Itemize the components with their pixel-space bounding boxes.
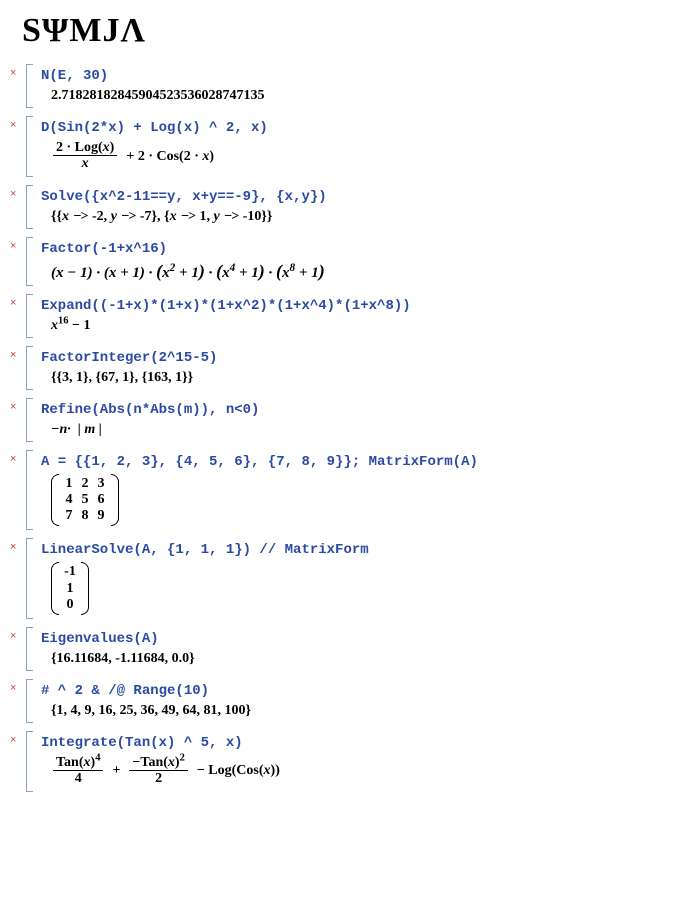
- cell-bracket[interactable]: [26, 398, 33, 442]
- close-icon[interactable]: ×: [10, 189, 16, 200]
- output-result: -1 1 0: [41, 560, 681, 614]
- close-icon[interactable]: ×: [10, 631, 16, 642]
- input-code[interactable]: Refine(Abs(n*Abs(m)), n<0): [41, 402, 681, 418]
- cell: × FactorInteger(2^15-5) {{3, 1}, {67, 1}…: [10, 346, 687, 390]
- close-icon[interactable]: ×: [10, 241, 16, 252]
- output-result: x16 − 1: [41, 316, 681, 334]
- cell: × Refine(Abs(n*Abs(m)), n<0) −n· | m |: [10, 398, 687, 442]
- input-code[interactable]: LinearSolve(A, {1, 1, 1}) // MatrixForm: [41, 542, 681, 558]
- close-icon[interactable]: ×: [10, 120, 16, 131]
- input-code[interactable]: Solve({x^2-11==y, x+y==-9}, {x,y}): [41, 189, 681, 205]
- logo: SΨMJΛ: [22, 12, 687, 50]
- cell-bracket[interactable]: [26, 450, 33, 530]
- cell-bracket[interactable]: [26, 346, 33, 390]
- cell: × Expand((-1+x)*(1+x)*(1+x^2)*(1+x^4)*(1…: [10, 294, 687, 338]
- output-result: Tan(x)44 + −Tan(x)22 − Log(Cos(x)): [41, 753, 681, 788]
- cell: × N(E, 30) 2.718281828459045235360287471…: [10, 64, 687, 108]
- cell: × A = {{1, 2, 3}, {4, 5, 6}, {7, 8, 9}};…: [10, 450, 687, 530]
- close-icon[interactable]: ×: [10, 454, 16, 465]
- cell-bracket[interactable]: [26, 116, 33, 177]
- output-result: {{x −> -2, y −> -7}, {x −> 1, y −> -10}}: [41, 207, 681, 225]
- cell-bracket[interactable]: [26, 294, 33, 338]
- close-icon[interactable]: ×: [10, 68, 16, 79]
- cell: × Integrate(Tan(x) ^ 5, x) Tan(x)44 + −T…: [10, 731, 687, 792]
- input-code[interactable]: Factor(-1+x^16): [41, 241, 681, 257]
- cell: × Eigenvalues(A) {16.11684, -1.11684, 0.…: [10, 627, 687, 671]
- output-result: {1, 4, 9, 16, 25, 36, 49, 64, 81, 100}: [41, 701, 681, 719]
- output-result: {{3, 1}, {67, 1}, {163, 1}}: [41, 368, 681, 386]
- cell-bracket[interactable]: [26, 627, 33, 671]
- input-code[interactable]: # ^ 2 & /@ Range(10): [41, 683, 681, 699]
- close-icon[interactable]: ×: [10, 350, 16, 361]
- close-icon[interactable]: ×: [10, 683, 16, 694]
- input-code[interactable]: Eigenvalues(A): [41, 631, 681, 647]
- output-result: 123 456 789: [41, 472, 681, 526]
- close-icon[interactable]: ×: [10, 402, 16, 413]
- cell: × # ^ 2 & /@ Range(10) {1, 4, 9, 16, 25,…: [10, 679, 687, 723]
- input-code[interactable]: N(E, 30): [41, 68, 681, 84]
- input-code[interactable]: FactorInteger(2^15-5): [41, 350, 681, 366]
- close-icon[interactable]: ×: [10, 542, 16, 553]
- output-result: −n· | m |: [41, 420, 681, 438]
- input-code[interactable]: D(Sin(2*x) + Log(x) ^ 2, x): [41, 120, 681, 136]
- cell-bracket[interactable]: [26, 185, 33, 229]
- cell: × Solve({x^2-11==y, x+y==-9}, {x,y}) {{x…: [10, 185, 687, 229]
- cell-bracket[interactable]: [26, 64, 33, 108]
- cell-bracket[interactable]: [26, 731, 33, 792]
- output-result: 2 · Log(x)x + 2 · Cos(2 · x): [41, 138, 681, 173]
- cell: × D(Sin(2*x) + Log(x) ^ 2, x) 2 · Log(x)…: [10, 116, 687, 177]
- output-result: 2.71828182845904523536028747135: [41, 86, 681, 104]
- cell-bracket[interactable]: [26, 538, 33, 618]
- cell-bracket[interactable]: [26, 237, 33, 286]
- input-code[interactable]: Expand((-1+x)*(1+x)*(1+x^2)*(1+x^4)*(1+x…: [41, 298, 681, 314]
- close-icon[interactable]: ×: [10, 298, 16, 309]
- input-code[interactable]: Integrate(Tan(x) ^ 5, x): [41, 735, 681, 751]
- cell: × LinearSolve(A, {1, 1, 1}) // MatrixFor…: [10, 538, 687, 618]
- input-code[interactable]: A = {{1, 2, 3}, {4, 5, 6}, {7, 8, 9}}; M…: [41, 454, 681, 470]
- close-icon[interactable]: ×: [10, 735, 16, 746]
- output-result: {16.11684, -1.11684, 0.0}: [41, 649, 681, 667]
- cell: × Factor(-1+x^16) (x − 1) · (x + 1) · (x…: [10, 237, 687, 286]
- output-result: (x − 1) · (x + 1) · (x2 + 1) · (x4 + 1) …: [41, 259, 681, 282]
- cell-bracket[interactable]: [26, 679, 33, 723]
